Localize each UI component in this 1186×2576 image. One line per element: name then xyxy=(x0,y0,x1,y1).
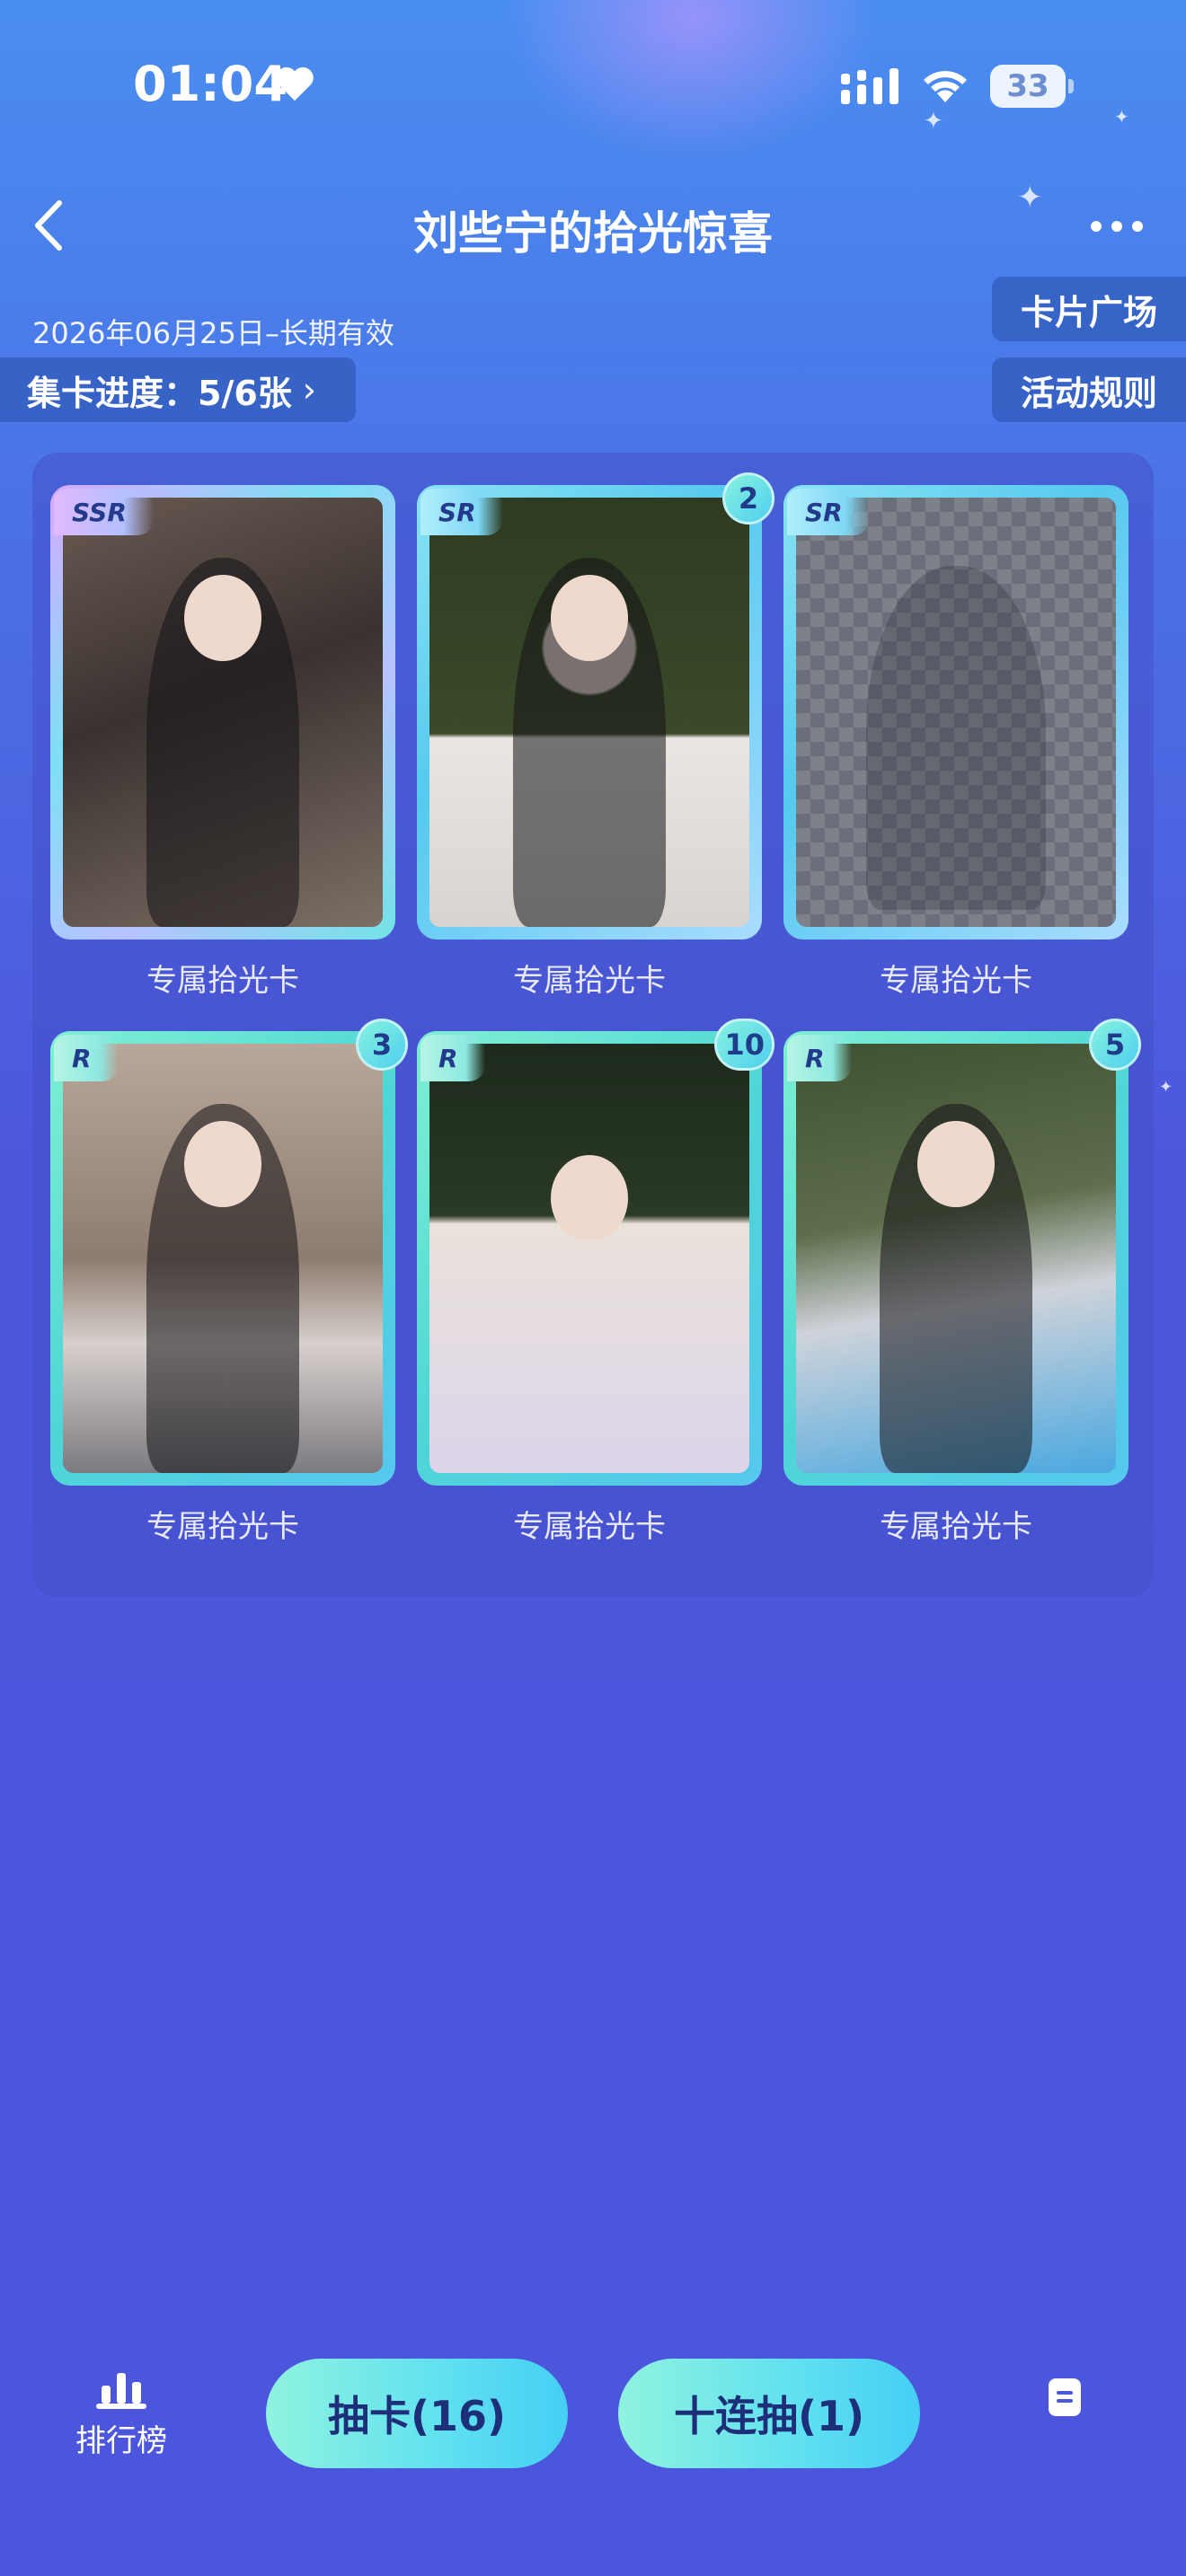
card-photo xyxy=(429,1044,749,1473)
card-label: 专属拾光卡 xyxy=(880,1509,1032,1545)
sparkle-decoration: ✦ xyxy=(1159,1078,1173,1097)
collection-progress-label: 集卡进度：5/6张 xyxy=(27,373,292,413)
card-collection-panel: SSR 专属拾光卡 SR 2 专属拾光卡 SR 专属拾光卡 R 3 专属拾光卡 … xyxy=(32,453,1154,1597)
draw-card-button[interactable]: 抽卡(16) xyxy=(266,2359,568,2468)
rarity-badge: R xyxy=(420,1035,485,1081)
card-photo xyxy=(63,498,383,927)
page-title: 刘些宁的拾光惊喜 xyxy=(413,207,773,260)
collection-card-locked[interactable]: SR xyxy=(783,485,1128,940)
validity-period: 2026年06月25日–长期有效 xyxy=(32,316,394,350)
rarity-badge: R xyxy=(787,1035,852,1081)
activity-rules-button[interactable]: 活动规则 xyxy=(992,357,1186,422)
status-time: 01:04 xyxy=(133,56,288,112)
card-photo-placeholder xyxy=(796,498,1116,927)
wifi-icon xyxy=(924,71,967,102)
card-label: 专属拾光卡 xyxy=(513,1509,666,1545)
rarity-badge: SSR xyxy=(54,489,154,535)
card-label: 专属拾光卡 xyxy=(513,963,666,999)
draw-ten-button[interactable]: 十连抽(1) xyxy=(618,2359,920,2468)
collection-card[interactable]: R 10 xyxy=(417,1019,774,1486)
collection-progress-button[interactable]: 集卡进度：5/6张 › xyxy=(0,357,356,422)
card-photo xyxy=(796,1044,1116,1473)
ranking-label: 排行榜 xyxy=(75,2423,167,2459)
card-plaza-button[interactable]: 卡片广场 xyxy=(992,277,1186,341)
card-count-badge: 5 xyxy=(1089,1019,1141,1071)
collection-card[interactable]: SR 2 xyxy=(417,472,774,940)
more-options-icon[interactable] xyxy=(1085,208,1148,244)
heart-icon xyxy=(276,66,314,101)
status-bar: 01:04 33 xyxy=(0,0,1186,162)
rarity-badge: SR xyxy=(420,489,503,535)
collection-card[interactable]: SSR xyxy=(50,485,395,940)
chevron-right-icon: › xyxy=(302,370,316,410)
card-count-badge: 10 xyxy=(714,1019,774,1071)
note-icon[interactable] xyxy=(1047,2377,1083,2418)
ranking-button[interactable]: 排行榜 xyxy=(72,2369,171,2468)
card-label: 专属拾光卡 xyxy=(880,963,1032,999)
battery-icon: 33 xyxy=(990,65,1074,108)
collection-card[interactable]: R 5 xyxy=(783,1019,1141,1486)
card-photo xyxy=(429,498,749,927)
battery-level: 33 xyxy=(1006,68,1049,104)
card-label: 专属拾光卡 xyxy=(146,963,299,999)
rarity-badge: SR xyxy=(787,489,870,535)
collection-card[interactable]: R 3 xyxy=(50,1019,408,1486)
rarity-badge: R xyxy=(54,1035,119,1081)
card-photo xyxy=(63,1044,383,1473)
signal-icon xyxy=(841,68,898,104)
card-label: 专属拾光卡 xyxy=(146,1509,299,1545)
card-count-badge: 3 xyxy=(356,1019,408,1071)
bar-chart-icon xyxy=(96,2373,146,2409)
card-count-badge: 2 xyxy=(722,472,774,525)
